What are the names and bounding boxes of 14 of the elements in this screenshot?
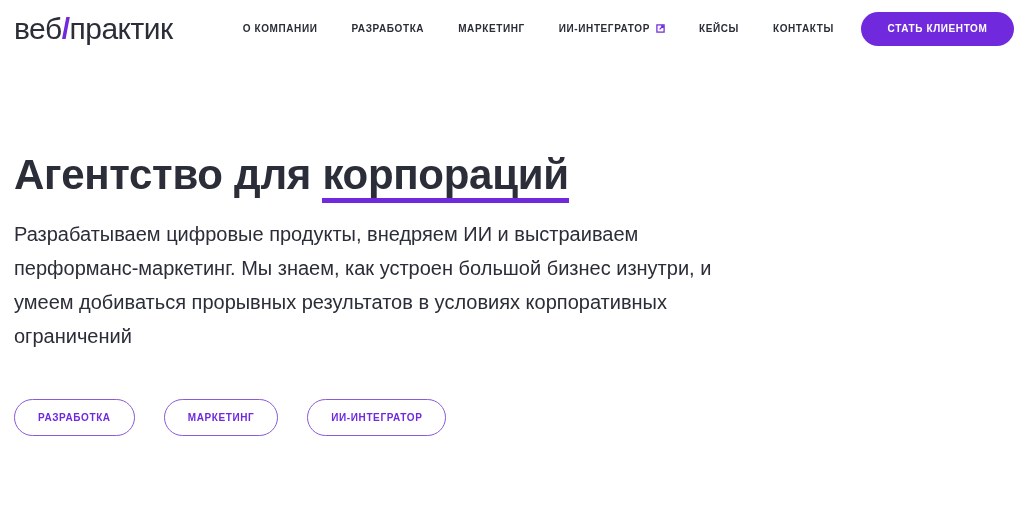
logo[interactable]: веб/практик xyxy=(14,13,173,44)
external-link-icon xyxy=(655,24,665,33)
headline: Агентство для корпораций xyxy=(14,145,1024,205)
hero-description: Разрабатываем цифровые продукты, внедряем ИИ и выстраиваем перформанс-маркетинг. Мы знаем, как устроен большой бизнес изнутри, и умеем добиваться прорывных результатов в условиях корпоративных ограничений xyxy=(14,222,713,349)
nav-link[interactable]: МАРКЕТИНГ xyxy=(458,23,525,34)
service-button[interactable]: ИИ-ИНТЕГРАТОР xyxy=(307,399,447,436)
nav-link[interactable]: РАЗРАБОТКА xyxy=(351,23,425,34)
nav-link[interactable]: КОНТАКТЫ xyxy=(772,23,834,34)
service-button[interactable]: МАРКЕТИНГ xyxy=(163,399,279,436)
become-client-button[interactable]: СТАТЬ КЛИЕНТОМ xyxy=(861,11,1014,46)
nav-link[interactable]: ИИ-ИНТЕГРАТОР xyxy=(558,23,665,34)
service-button[interactable]: РАЗРАБОТКА xyxy=(14,399,135,436)
nav-link[interactable]: О КОМПАНИИ xyxy=(242,23,318,34)
nav-link[interactable]: КЕЙСЫ xyxy=(698,23,739,34)
